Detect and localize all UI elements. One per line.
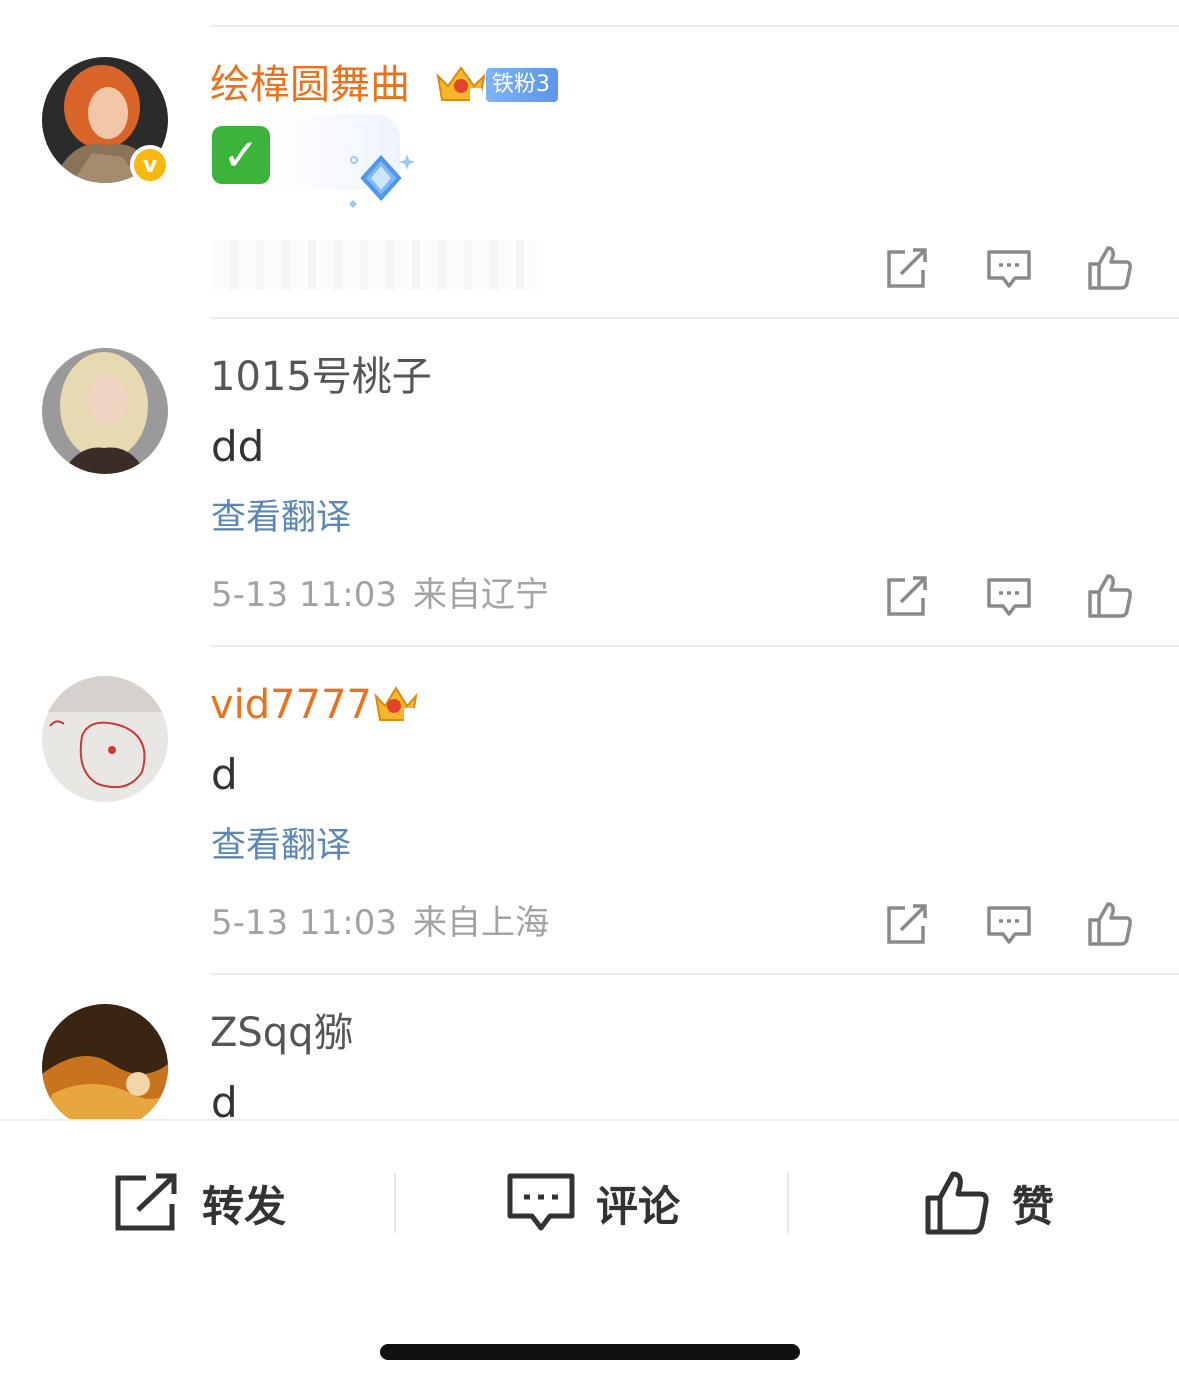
diamond-icon bbox=[349, 154, 415, 208]
like-icon bbox=[925, 1171, 989, 1235]
like-icon[interactable] bbox=[1086, 572, 1134, 620]
divider bbox=[787, 1173, 789, 1233]
comment-button[interactable]: 评论 bbox=[506, 1167, 680, 1239]
comment-meta-blurred bbox=[212, 240, 542, 290]
repost-button[interactable]: 转发 bbox=[112, 1167, 286, 1239]
verified-badge-icon: v bbox=[130, 145, 170, 185]
like-icon[interactable] bbox=[1086, 900, 1134, 948]
comment-divider bbox=[210, 645, 1179, 647]
check-mark-icon: ✓ bbox=[212, 126, 270, 184]
like-button[interactable]: 赞 bbox=[922, 1167, 1054, 1239]
username[interactable]: 绘椲圆舞曲 bbox=[210, 61, 410, 109]
comment-label: 评论 bbox=[596, 1181, 681, 1231]
repost-icon[interactable] bbox=[883, 900, 931, 948]
comment-icon[interactable] bbox=[985, 244, 1033, 292]
repost-icon[interactable] bbox=[883, 244, 931, 292]
comment-icon[interactable] bbox=[985, 900, 1033, 948]
comment-icon[interactable] bbox=[985, 572, 1033, 620]
avatar[interactable] bbox=[42, 676, 168, 802]
username[interactable]: ZSqq猕 bbox=[210, 1009, 354, 1057]
comment-text: d bbox=[211, 750, 238, 799]
fan-badge: 铁粉3 bbox=[486, 68, 558, 102]
like-icon[interactable] bbox=[1086, 244, 1134, 292]
comment-meta: 5-13 11:03 来自上海 bbox=[211, 903, 549, 943]
username[interactable]: vid7777 bbox=[210, 681, 372, 729]
comment-divider bbox=[210, 317, 1179, 319]
comment-location: 来自上海 bbox=[412, 903, 549, 943]
comment-location: 来自辽宁 bbox=[412, 575, 549, 615]
crown-level-icon bbox=[374, 686, 418, 724]
avatar[interactable] bbox=[42, 1004, 168, 1130]
comment-meta: 5-13 11:03 来自辽宁 bbox=[211, 575, 549, 615]
comment-icon bbox=[507, 1173, 575, 1231]
comment-time: 5-13 11:03 bbox=[211, 575, 397, 615]
username[interactable]: 1015号桃子 bbox=[210, 353, 432, 401]
comment-time: 5-13 11:03 bbox=[211, 903, 397, 943]
crown-level-icon bbox=[436, 66, 486, 104]
avatar[interactable] bbox=[42, 348, 168, 474]
home-indicator[interactable] bbox=[380, 1344, 800, 1360]
comment-divider bbox=[210, 25, 1179, 27]
comment-text: dd bbox=[211, 422, 265, 471]
translate-link[interactable]: 查看翻译 bbox=[211, 497, 351, 539]
repost-icon[interactable] bbox=[883, 572, 931, 620]
translate-link[interactable]: 查看翻译 bbox=[211, 825, 351, 867]
repost-icon bbox=[115, 1173, 177, 1231]
divider bbox=[394, 1173, 396, 1233]
repost-label: 转发 bbox=[202, 1181, 287, 1231]
like-label: 赞 bbox=[1012, 1181, 1055, 1231]
comment-divider bbox=[210, 973, 1179, 975]
